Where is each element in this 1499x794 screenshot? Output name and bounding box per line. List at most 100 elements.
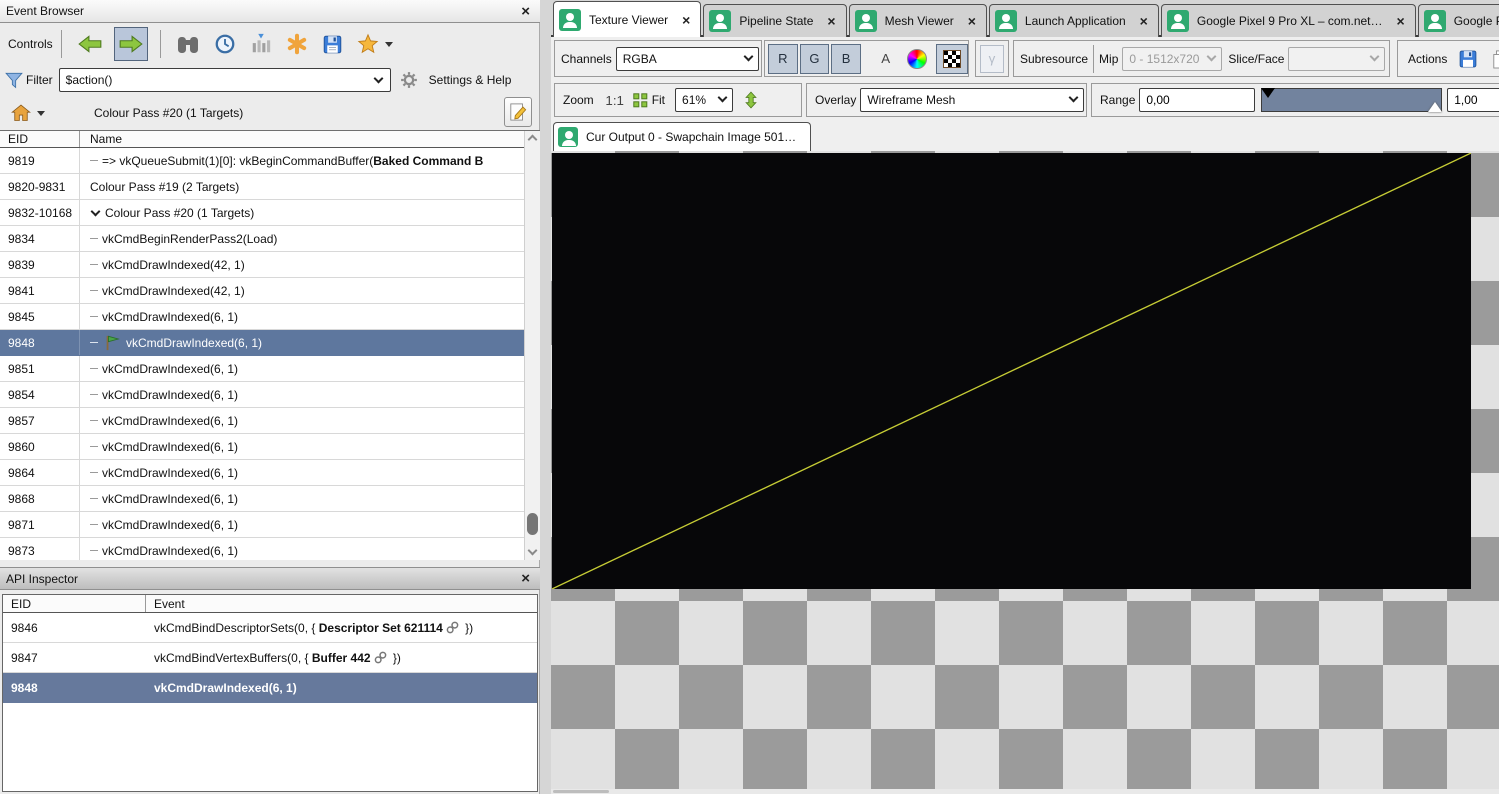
event-row[interactable]: 9839 vkCmdDrawIndexed(42, 1) [0, 252, 540, 278]
event-row[interactable]: 9832-10168 Colour Pass #20 (1 Targets) [0, 200, 540, 226]
zoom-label: Zoom [563, 93, 594, 107]
tab-capture-connection-2[interactable]: Google Pixel [1417, 4, 1499, 37]
name-column-header[interactable]: Name [80, 131, 540, 147]
close-icon[interactable]: × [517, 571, 534, 586]
find-event-button[interactable] [173, 30, 203, 58]
gamma-button[interactable]: γ [980, 44, 1004, 73]
filter-funnel-icon [4, 70, 24, 90]
scroll-up-icon[interactable] [527, 134, 538, 145]
close-icon[interactable]: × [517, 4, 534, 19]
event-name: vkCmdDrawIndexed(6, 1) [80, 408, 540, 433]
tree-connector [90, 342, 98, 343]
bookmark-button[interactable] [354, 30, 396, 58]
step-forward-button[interactable] [113, 27, 148, 61]
channels-select[interactable]: RGBA [615, 46, 759, 71]
slice-face-select[interactable] [1288, 46, 1386, 71]
red-channel-button[interactable]: R [768, 43, 798, 74]
event-row[interactable]: 9820-9831 Colour Pass #19 (2 Targets) [0, 174, 540, 200]
chevron-down-icon[interactable] [373, 73, 384, 84]
flip-y-button[interactable] [739, 86, 763, 114]
api-eid: 9848 [11, 680, 38, 695]
close-icon[interactable]: × [968, 13, 976, 29]
event-row[interactable]: 9868 vkCmdDrawIndexed(6, 1) [0, 486, 540, 512]
bookmark-label[interactable]: Colour Pass #20 (1 Targets) [94, 106, 243, 120]
event-eid: 9834 [0, 226, 80, 251]
close-icon[interactable]: × [682, 12, 690, 28]
tab-current-output[interactable]: Cur Output 0 - Swapchain Image 501… [553, 122, 812, 151]
resource-link[interactable]: Descriptor Set 621114 [319, 621, 443, 635]
event-row[interactable]: 9860 vkCmdDrawIndexed(6, 1) [0, 434, 540, 460]
tab-mesh-viewer[interactable]: Mesh Viewer × [848, 4, 987, 37]
fit-button[interactable] [630, 86, 652, 114]
event-tree-scrollbar[interactable] [524, 131, 540, 560]
resource-link[interactable]: Buffer 442 [312, 651, 371, 665]
event-column-header[interactable]: Event [146, 595, 537, 612]
tab-capture-connection[interactable]: Google Pixel 9 Pro XL – com.net… × [1160, 4, 1416, 37]
event-row[interactable]: 9864 vkCmdDrawIndexed(6, 1) [0, 460, 540, 486]
event-browser-titlebar[interactable]: Event Browser × [0, 0, 540, 23]
event-name: vkCmdDrawIndexed(6, 1) [80, 486, 540, 511]
event-row[interactable]: 9871 vkCmdDrawIndexed(6, 1) [0, 512, 540, 538]
export-button[interactable] [319, 31, 346, 58]
event-row[interactable]: 9873 vkCmdDrawIndexed(6, 1) [0, 538, 540, 560]
tab-launch-application[interactable]: Launch Application × [988, 4, 1159, 37]
event-row[interactable]: 9834 vkCmdBeginRenderPass2(Load) [0, 226, 540, 252]
eid-column-header[interactable]: EID [0, 131, 80, 147]
time-actions-button[interactable] [211, 30, 239, 58]
event-row[interactable]: 9841 vkCmdDrawIndexed(42, 1) [0, 278, 540, 304]
scrollbar-thumb[interactable] [553, 790, 609, 793]
zoom-1to1-button[interactable]: 1:1 [600, 86, 630, 114]
mip-select[interactable]: 0 - 1512x720 [1122, 46, 1223, 71]
event-row[interactable]: 9857 vkCmdDrawIndexed(6, 1) [0, 408, 540, 434]
api-call-row[interactable]: 9846 vkCmdBindDescriptorSets(0, { Descri… [3, 376, 1499, 794]
scrollbar-thumb[interactable] [527, 513, 538, 535]
step-back-button[interactable] [74, 30, 106, 58]
event-row-selected[interactable]: 9848 vkCmdDrawIndexed(6, 1) [0, 330, 540, 356]
edit-bookmark-button[interactable] [504, 97, 532, 127]
tab-pipeline-state[interactable]: Pipeline State × [703, 4, 847, 37]
save-texture-button[interactable] [1455, 46, 1481, 72]
jump-to-bookmark-button[interactable] [8, 100, 48, 126]
scroll-down-icon[interactable] [527, 545, 538, 556]
api-call-row[interactable]: 9847 vkCmdBindVertexBuffers(0, { Buffer … [3, 376, 1499, 794]
blue-channel-button[interactable]: B [831, 43, 861, 74]
api-call-row-selected[interactable]: 9848 vkCmdDrawIndexed(6, 1) [3, 376, 1499, 794]
event-row[interactable]: 9854 vkCmdDrawIndexed(6, 1) [0, 382, 540, 408]
black-point-handle[interactable] [1260, 88, 1275, 98]
white-point-handle[interactable] [1428, 102, 1443, 112]
viewport-hscrollbar[interactable] [551, 789, 1499, 794]
alpha-channel-button[interactable]: A [873, 45, 899, 73]
event-row[interactable]: 9819 => vkQueueSubmit(1)[0]: vkBeginComm… [0, 148, 540, 174]
event-row[interactable]: 9845 vkCmdDrawIndexed(6, 1) [0, 304, 540, 330]
alpha-background-button[interactable] [936, 43, 969, 74]
close-icon[interactable]: × [1397, 13, 1405, 29]
range-max-input[interactable] [1447, 88, 1499, 112]
close-icon[interactable]: × [1140, 13, 1148, 29]
texture-viewport[interactable] [551, 151, 1499, 794]
tab-texture-viewer[interactable]: Texture Viewer × [553, 1, 702, 37]
color-wheel-button[interactable] [905, 45, 930, 73]
settings-help-link[interactable]: Settings & Help [429, 73, 512, 87]
api-inspector-titlebar[interactable]: API Inspector × [0, 567, 540, 590]
filter-settings-button[interactable] [397, 68, 421, 92]
statistics-button[interactable] [247, 30, 275, 58]
zoom-select[interactable]: 61% [675, 88, 734, 112]
goto-texture-list-button[interactable] [1489, 46, 1499, 72]
highlight-dependencies-button[interactable] [283, 30, 311, 58]
wireframe-overlay [552, 153, 1471, 589]
eid-column-header[interactable]: EID [3, 595, 146, 612]
link-icon[interactable] [446, 621, 459, 634]
resource-name[interactable]: Baked Command B [373, 154, 483, 168]
overlay-select[interactable]: Wireframe Mesh [860, 88, 1085, 112]
range-slider[interactable] [1260, 88, 1443, 112]
actions-label: Actions [1408, 51, 1448, 66]
edit-page-icon [509, 102, 527, 122]
green-channel-button[interactable]: G [799, 43, 830, 74]
chevron-down-icon[interactable] [90, 206, 101, 216]
close-icon[interactable]: × [827, 13, 835, 29]
swapchain-texture[interactable] [552, 153, 1471, 589]
event-row[interactable]: 9851 vkCmdDrawIndexed(6, 1) [0, 356, 540, 382]
range-min-input[interactable] [1139, 88, 1255, 112]
filter-input[interactable]: $action() [58, 68, 391, 92]
link-icon[interactable] [374, 651, 387, 664]
